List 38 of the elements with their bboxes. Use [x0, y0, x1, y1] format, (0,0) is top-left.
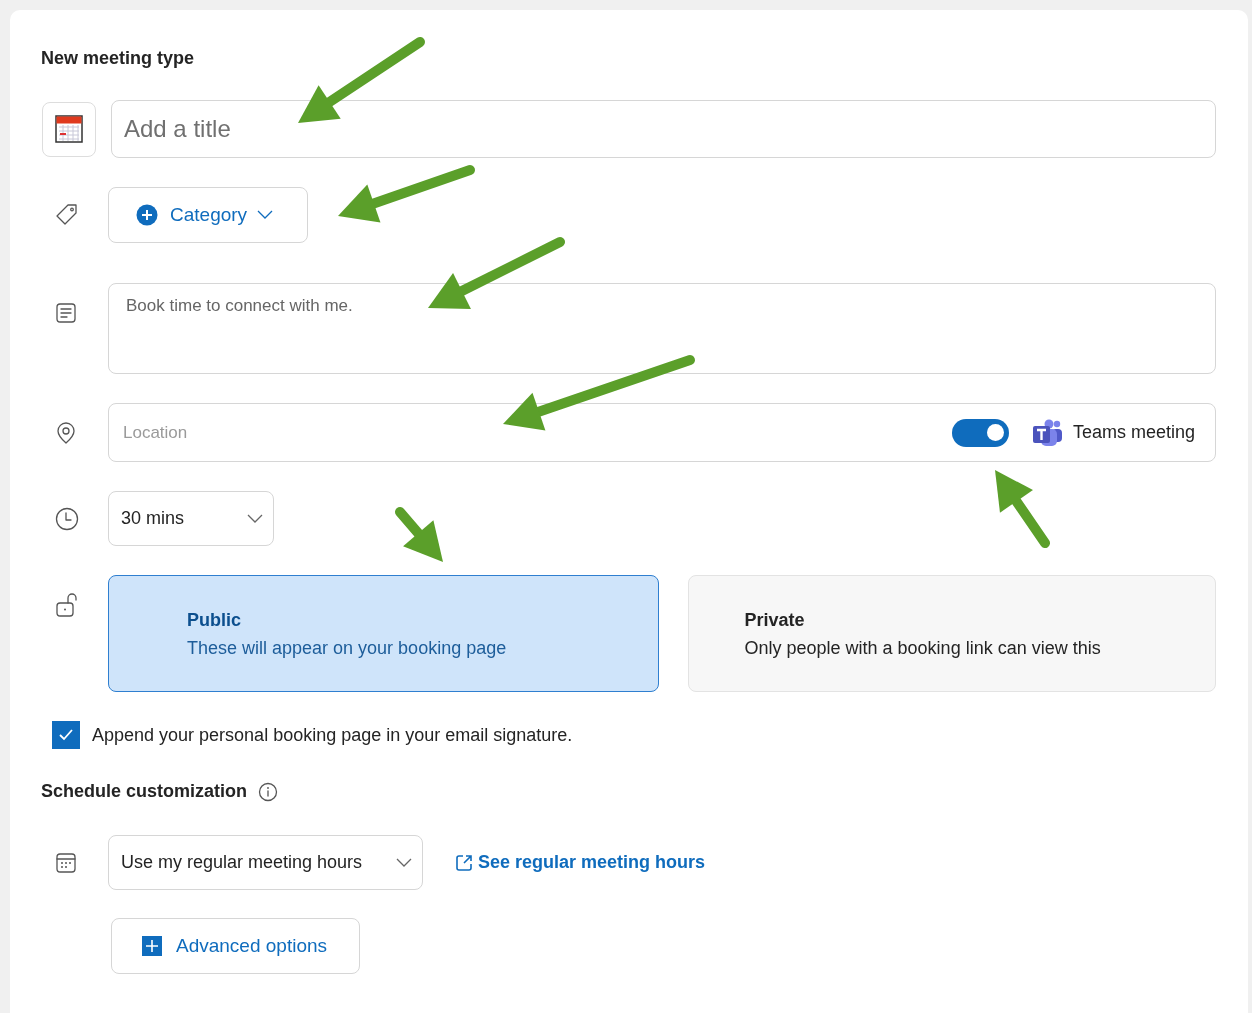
annotation-arrow [395, 507, 443, 562]
see-hours-link[interactable]: See regular meeting hours [454, 852, 706, 873]
external-link-icon [454, 852, 474, 873]
teams-toggle[interactable] [951, 418, 1009, 447]
category-button[interactable]: Category [108, 187, 308, 243]
location-input[interactable]: Location [121, 421, 952, 444]
plus-icon [136, 204, 158, 226]
visibility-option[interactable]: Public These will appear on your booking page [108, 575, 659, 692]
checkmark-icon [58, 728, 74, 742]
visibility-option[interactable]: Private Only people with a booking link can view this [687, 575, 1216, 692]
info-icon [258, 781, 279, 802]
option-title: Public [187, 610, 242, 631]
option-title: Private [744, 610, 806, 631]
checkbox-label: Append your personal booking page in your email signature. [92, 724, 573, 746]
option-description: These will appear on your booking page [187, 638, 508, 659]
location-pin-icon [54, 420, 78, 445]
location-field[interactable]: Location Teams meeting [108, 403, 1216, 462]
advanced-options-button[interactable]: Advanced options [111, 918, 360, 974]
chevron-down-icon [396, 857, 412, 868]
calendar-icon [55, 115, 83, 143]
teams-label: Teams meeting [1072, 422, 1195, 443]
clock-icon [54, 505, 80, 532]
duration-dropdown[interactable]: 30 mins [108, 491, 274, 546]
section-heading: New meeting type [41, 48, 196, 70]
section-heading: Schedule customization [41, 781, 248, 802]
title-field[interactable]: Add a title [111, 100, 1216, 158]
calendar-icon [54, 850, 78, 875]
unlocked-padlock-icon [54, 591, 80, 619]
hours-dropdown[interactable]: Use my regular meeting hours [108, 835, 423, 890]
option-description: Only people with a booking link can view this [744, 638, 1102, 659]
signature-checkbox[interactable] [52, 721, 80, 749]
chevron-down-icon [247, 513, 263, 524]
chevron-down-icon [257, 210, 274, 220]
description-field[interactable]: Book time to connect with me. [108, 283, 1216, 374]
calendar-button[interactable] [42, 101, 96, 157]
plus-icon [141, 935, 163, 957]
notes-icon [54, 301, 78, 325]
teams-logo-icon [1030, 417, 1063, 448]
